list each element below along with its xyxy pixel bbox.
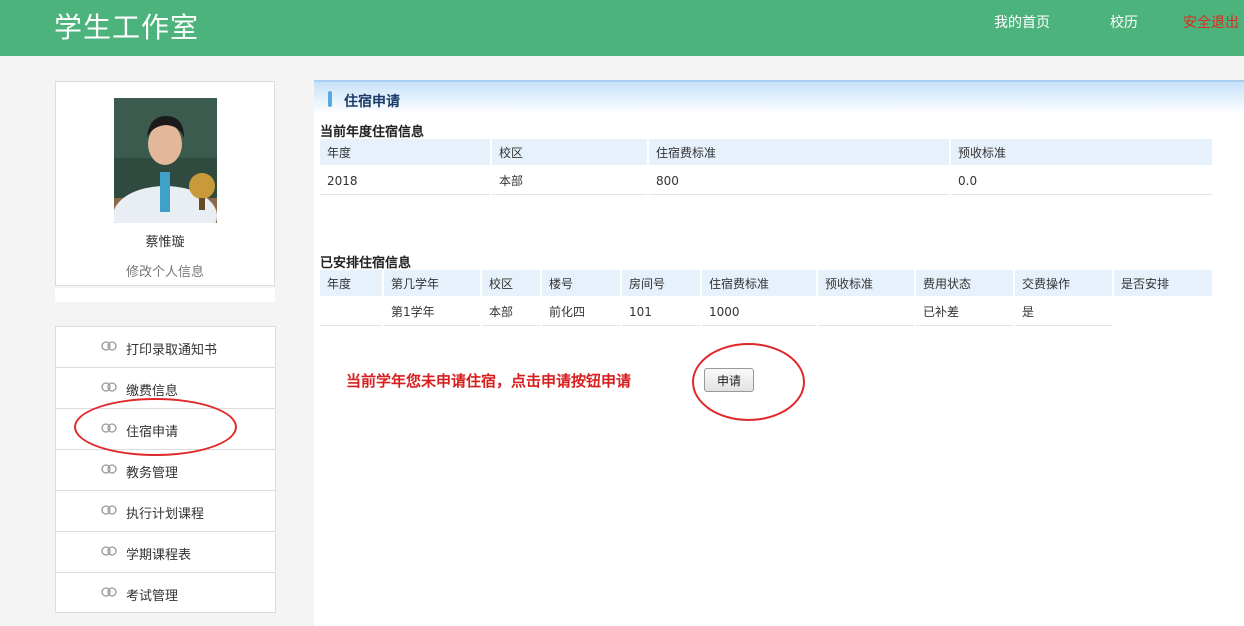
table-cell	[818, 298, 914, 326]
link-icon	[101, 423, 117, 433]
column-header: 楼号	[542, 270, 620, 296]
column-header: 房间号	[622, 270, 700, 296]
column-header: 是否安排	[1114, 270, 1212, 296]
panel-titlebar: 住宿申请	[314, 80, 1244, 114]
title-marker-icon	[328, 91, 332, 107]
apply-notice: 当前学年您未申请住宿，点击申请按钮申请	[346, 372, 632, 390]
column-header: 预收标准	[818, 270, 914, 296]
sidebar-item-label: 缴费信息	[126, 384, 179, 399]
column-header: 第几学年	[384, 270, 480, 296]
table-cell: 已补差	[916, 298, 1013, 326]
table-row: 2018 本部 800 0.0	[320, 167, 1212, 195]
avatar	[114, 98, 217, 223]
table-cell: 2018	[320, 167, 490, 195]
page-title: 住宿申请	[344, 94, 400, 110]
nav-logout-link[interactable]: 安全退出	[1183, 12, 1239, 32]
sidebar-item-timetable[interactable]: 学期课程表	[55, 531, 276, 572]
profile-divider	[55, 288, 275, 302]
link-icon	[101, 382, 117, 392]
table-cell: 1000	[702, 298, 816, 326]
column-header: 年度	[320, 139, 490, 165]
table-cell-empty	[1114, 298, 1212, 326]
column-header: 住宿费标准	[649, 139, 949, 165]
table-cell: 是	[1015, 298, 1112, 326]
table-header-row: 年度 校区 住宿费标准 预收标准	[320, 139, 1212, 165]
column-header: 费用状态	[916, 270, 1013, 296]
sidebar-item-exams[interactable]: 考试管理	[55, 572, 276, 613]
sidebar-item-label: 住宿申请	[126, 425, 179, 440]
column-header: 校区	[482, 270, 540, 296]
sidebar-item-accommodation[interactable]: 住宿申请	[55, 408, 276, 449]
sidebar-item-payment[interactable]: 缴费信息	[55, 367, 276, 408]
link-icon	[101, 546, 117, 556]
table-row: 第1学年 本部 前化四 101 1000 已补差 是	[320, 298, 1212, 326]
link-icon	[101, 505, 117, 515]
sidebar-item-print-admission[interactable]: 打印录取通知书	[55, 326, 276, 367]
table-cell: 101	[622, 298, 700, 326]
sidebar-item-label: 考试管理	[126, 589, 179, 604]
table-cell: 800	[649, 167, 949, 195]
edit-profile-link[interactable]: 修改个人信息	[56, 261, 274, 280]
link-icon	[101, 341, 117, 351]
sidebar-menu: 打印录取通知书 缴费信息 住宿申请 教务管理 执行计划课程 学期课程表 考试管理	[55, 326, 276, 613]
table-cell	[320, 298, 382, 326]
column-header: 交费操作	[1015, 270, 1112, 296]
table-cell: 0.0	[951, 167, 1212, 195]
nav-calendar-link[interactable]: 校历	[1110, 12, 1138, 32]
column-header: 预收标准	[951, 139, 1212, 165]
top-header: 学生工作室 我的首页 校历 安全退出	[0, 0, 1244, 56]
sidebar-item-label: 执行计划课程	[126, 507, 205, 522]
link-icon	[101, 587, 117, 597]
column-header: 住宿费标准	[702, 270, 816, 296]
sidebar-item-label: 学期课程表	[126, 548, 192, 563]
table-header-row: 年度 第几学年 校区 楼号 房间号 住宿费标准 预收标准 费用状态 交费操作 是…	[320, 270, 1212, 296]
profile-card: 蔡惟璇 修改个人信息	[55, 81, 275, 286]
sidebar-item-academic[interactable]: 教务管理	[55, 449, 276, 490]
column-header: 校区	[492, 139, 647, 165]
sidebar-item-label: 打印录取通知书	[126, 343, 218, 358]
table-cell: 本部	[492, 167, 647, 195]
table-cell: 第1学年	[384, 298, 480, 326]
link-icon	[101, 464, 117, 474]
brand-title: 学生工作室	[54, 11, 200, 44]
sidebar-item-plan-courses[interactable]: 执行计划课程	[55, 490, 276, 531]
profile-name: 蔡惟璇	[145, 235, 185, 250]
arranged-info-table: 年度 第几学年 校区 楼号 房间号 住宿费标准 预收标准 费用状态 交费操作 是…	[318, 268, 1214, 328]
table-cell: 前化四	[542, 298, 620, 326]
sidebar-item-label: 教务管理	[126, 466, 179, 481]
column-header: 年度	[320, 270, 382, 296]
current-info-table: 年度 校区 住宿费标准 预收标准 2018 本部 800 0.0	[318, 137, 1214, 197]
nav-home-link[interactable]: 我的首页	[994, 12, 1050, 32]
main-panel: 住宿申请 当前年度住宿信息 年度 校区 住宿费标准 预收标准 2018 本部 8…	[314, 80, 1244, 626]
apply-button[interactable]: 申请	[704, 368, 754, 392]
table-cell: 本部	[482, 298, 540, 326]
